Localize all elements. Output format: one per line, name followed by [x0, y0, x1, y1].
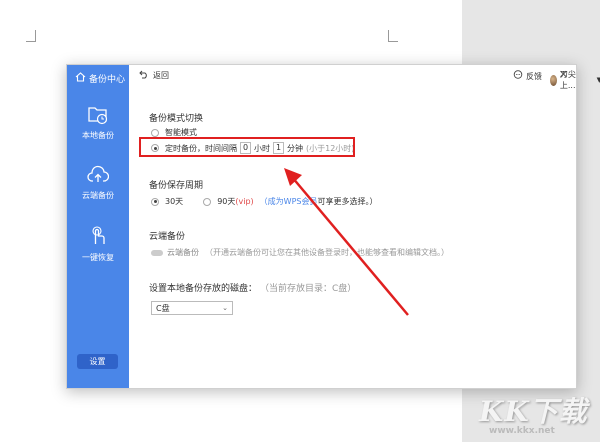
watermark-url: www.kkx.net: [489, 426, 555, 436]
watermark-logo: KK下载 www.kkx.net: [465, 388, 599, 442]
watermark-brand: KK下载: [479, 395, 588, 428]
annotation-arrow-icon: [284, 168, 409, 316]
